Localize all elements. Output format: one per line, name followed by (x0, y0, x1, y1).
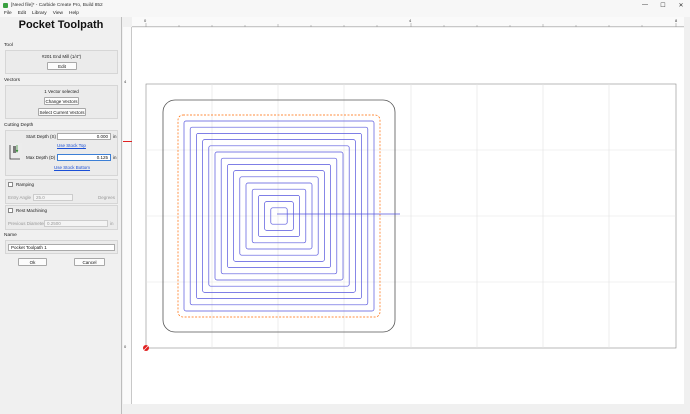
start-depth-input[interactable]: 0.000 (57, 133, 111, 140)
menu-file[interactable]: File (4, 11, 12, 16)
menu-view[interactable]: View (53, 11, 63, 16)
start-depth-unit: in (113, 134, 117, 139)
ruler-position-marker (123, 141, 132, 142)
design-canvas[interactable] (132, 28, 684, 404)
ruler-v-tick-0: 0 (124, 344, 127, 349)
tool-name: #201 End Mill (1/4") (41, 54, 82, 59)
close-button[interactable]: ✕ (672, 0, 690, 10)
minimize-button[interactable]: — (636, 0, 654, 10)
tool-section-label: Tool (4, 43, 13, 48)
horizontal-ruler[interactable]: 0 4 8 (132, 17, 684, 27)
entry-angle-unit: Degrees (98, 195, 116, 200)
entry-angle-label: Entry Angle (8, 195, 32, 200)
ruler-h-ticks (145, 23, 677, 27)
ramping-box: Ramping Entry Angle 25.0 Degrees (5, 179, 118, 204)
rest-machining-checkbox[interactable] (8, 208, 13, 213)
name-box: Pocket Toolpath 1 (5, 240, 118, 254)
menu-help[interactable]: Help (69, 11, 79, 16)
ramping-checkbox[interactable] (8, 182, 13, 187)
max-depth-unit: in (113, 155, 117, 160)
name-section-label: Name (4, 233, 17, 238)
menu-library[interactable]: Library (32, 11, 47, 16)
previous-diameter-label: Previous Diameter (8, 221, 46, 226)
use-stock-bottom-link[interactable]: Use Stock Bottom (54, 165, 90, 170)
max-depth-input[interactable]: 0.125 (57, 154, 111, 161)
max-depth-label: Max Depth (D) (26, 155, 56, 160)
depth-diagram-icon (8, 143, 22, 161)
cutting-depth-section-label: Cutting Depth (4, 123, 34, 128)
rest-machining-box: Rest Machining Previous Diameter 0.2500 … (5, 205, 118, 230)
entry-angle-input[interactable]: 25.0 (33, 194, 73, 201)
maximize-button[interactable]: ☐ (654, 0, 672, 10)
horizontal-scrollbar[interactable] (132, 404, 684, 410)
vertical-ruler[interactable]: 4 0 (123, 27, 132, 404)
tool-box: #201 End Mill (1/4") Edit (5, 50, 118, 74)
pocket-toolpath-panel: Pocket Toolpath Tool #201 End Mill (1/4"… (0, 17, 122, 414)
vectors-selected-text: 1 Vector selected (44, 89, 79, 94)
menu-edit[interactable]: Edit (18, 11, 26, 16)
edit-tool-button[interactable]: Edit (47, 62, 77, 70)
use-stock-top-link[interactable]: Use Stock Top (57, 143, 86, 148)
ok-button[interactable]: Ok (18, 258, 47, 266)
previous-diameter-unit: in (110, 221, 114, 226)
vertical-scrollbar[interactable] (684, 28, 690, 404)
rest-machining-label: Rest Machining (16, 208, 48, 213)
ramping-label: Ramping (16, 182, 35, 187)
ruler-v-tick-4: 4 (124, 79, 127, 84)
title-bar: [Need file]* - Carbide Create Pro, Build… (0, 0, 690, 10)
panel-title: Pocket Toolpath (18, 19, 104, 31)
vectors-box: 1 Vector selected Change Vectors Select … (5, 85, 118, 119)
cutting-depth-box: Start Depth (S) 0.000 in Use Stock Top M… (5, 130, 118, 176)
canvas-drawing (142, 83, 677, 352)
window-title: [Need file]* - Carbide Create Pro, Build… (11, 2, 103, 8)
toolpath-name-input[interactable]: Pocket Toolpath 1 (8, 244, 115, 251)
previous-diameter-input[interactable]: 0.2500 (44, 220, 108, 227)
menu-bar: File Edit Library View Help (0, 10, 690, 17)
start-depth-label: Start Depth (S) (26, 134, 57, 139)
vectors-section-label: Vectors (4, 78, 20, 83)
cancel-button[interactable]: Cancel (74, 258, 105, 266)
select-current-vectors-button[interactable]: Select Current Vectors (38, 108, 86, 116)
change-vectors-button[interactable]: Change Vectors (44, 97, 79, 105)
app-icon (3, 2, 8, 8)
